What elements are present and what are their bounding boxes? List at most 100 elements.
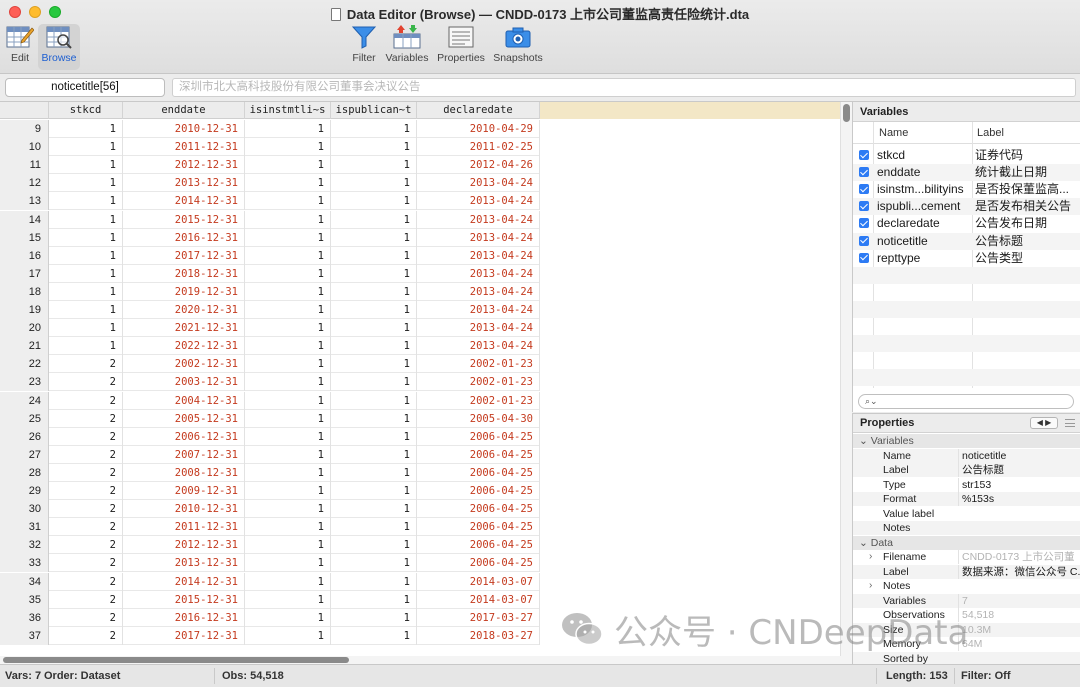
cell-stkcd[interactable]: 1 (49, 301, 123, 319)
cell-ispublican[interactable]: 1 (331, 409, 417, 428)
cell-enddate[interactable]: 2009-12-31 (123, 482, 245, 500)
cell-declaredate[interactable]: 2005-04-30 (417, 409, 540, 428)
cell-isinstmtli[interactable]: 1 (245, 246, 331, 265)
cell-isinstmtli[interactable]: 1 (245, 463, 331, 482)
column-header-stkcd[interactable]: stkcd (49, 102, 123, 119)
panel-menu-icon[interactable] (1065, 419, 1075, 427)
vertical-scroll-thumb[interactable] (843, 104, 850, 122)
cell-stkcd[interactable]: 2 (49, 409, 123, 428)
row-number[interactable]: 34 (0, 572, 49, 591)
property-value[interactable]: 10.3M (958, 622, 1080, 637)
cell-ispublican[interactable]: 1 (331, 174, 417, 193)
cell-declaredate[interactable]: 2006-04-25 (417, 482, 540, 500)
cell-declaredate[interactable]: 2006-04-25 (417, 445, 540, 464)
row-number[interactable]: 15 (0, 228, 49, 247)
cell-isinstmtli[interactable]: 1 (245, 174, 331, 193)
cell-ispublican[interactable]: 1 (331, 319, 417, 338)
cell-enddate[interactable]: 2016-12-31 (123, 228, 245, 247)
table-row[interactable]: 11 1 2012-12-31 1 1 2012-04-26 (0, 156, 540, 175)
cell-isinstmtli[interactable]: 1 (245, 608, 331, 627)
variable-visible-checkbox[interactable] (859, 184, 869, 195)
next-arrow-icon[interactable]: ▶ (1045, 418, 1051, 427)
cell-enddate[interactable]: 2010-12-31 (123, 500, 245, 519)
cell-stkcd[interactable]: 2 (49, 500, 123, 519)
row-number[interactable]: 31 (0, 518, 49, 537)
table-row[interactable]: 32 2 2012-12-31 1 1 2006-04-25 (0, 536, 540, 555)
cell-enddate[interactable]: 2021-12-31 (123, 319, 245, 338)
variable-row[interactable]: stkcd 证券代码 (853, 147, 1080, 164)
table-row[interactable]: 12 1 2013-12-31 1 1 2013-04-24 (0, 174, 540, 193)
row-number[interactable]: 29 (0, 482, 49, 500)
table-row[interactable]: 25 2 2005-12-31 1 1 2005-04-30 (0, 409, 540, 428)
column-header-ispublican[interactable]: ispublican~t (331, 102, 417, 119)
cell-enddate[interactable]: 2017-12-31 (123, 246, 245, 265)
name-column-header[interactable]: Name (879, 127, 908, 139)
cell-enddate[interactable]: 2003-12-31 (123, 373, 245, 392)
cell-stkcd[interactable]: 1 (49, 174, 123, 193)
cell-stkcd[interactable]: 2 (49, 373, 123, 392)
cell-declaredate[interactable]: 2018-03-27 (417, 626, 540, 645)
cell-ispublican[interactable]: 1 (331, 210, 417, 229)
cell-ispublican[interactable]: 1 (331, 301, 417, 319)
cell-ispublican[interactable]: 1 (331, 518, 417, 537)
variable-visible-checkbox[interactable] (859, 252, 869, 263)
variable-row[interactable]: noticetitle 公告标题 (853, 232, 1080, 250)
cell-ispublican[interactable]: 1 (331, 156, 417, 175)
variable-row[interactable]: declaredate 公告发布日期 (853, 215, 1080, 232)
table-row[interactable]: 19 1 2020-12-31 1 1 2013-04-24 (0, 301, 540, 320)
cell-enddate[interactable]: 2011-12-31 (123, 518, 245, 537)
row-number[interactable]: 28 (0, 463, 49, 482)
property-value[interactable]: 公告标题 (958, 463, 1080, 477)
disclosure-down-icon[interactable]: ⌄ (859, 435, 868, 447)
variable-visible-checkbox[interactable] (859, 235, 869, 246)
row-number[interactable]: 36 (0, 608, 49, 627)
table-row[interactable]: 30 2 2010-12-31 1 1 2006-04-25 (0, 500, 540, 519)
data-section-header[interactable]: ⌄ Data (853, 535, 1080, 550)
table-row[interactable]: 33 2 2013-12-31 1 1 2006-04-25 (0, 554, 540, 573)
cell-ispublican[interactable]: 1 (331, 337, 417, 356)
disclosure-right-icon[interactable]: › (869, 550, 872, 564)
property-value[interactable]: 数据来源：微信公众号 C... (958, 564, 1080, 579)
row-number[interactable]: 27 (0, 445, 49, 464)
row-number[interactable]: 30 (0, 500, 49, 519)
cell-enddate[interactable]: 2012-12-31 (123, 156, 245, 175)
data-grid[interactable]: stkcd enddate isinstmtli~s ispublican~t … (0, 102, 852, 658)
variables-section-header[interactable]: ⌄ Variables (853, 434, 1080, 448)
cell-isinstmtli[interactable]: 1 (245, 391, 331, 410)
table-row[interactable]: 21 1 2022-12-31 1 1 2013-04-24 (0, 337, 540, 356)
property-row[interactable]: Label 公告标题 (853, 463, 1080, 478)
cell-ispublican[interactable]: 1 (331, 536, 417, 555)
cell-ispublican[interactable]: 1 (331, 572, 417, 591)
row-number[interactable]: 26 (0, 427, 49, 446)
horizontal-scroll-thumb[interactable] (3, 657, 349, 663)
cell-ispublican[interactable]: 1 (331, 554, 417, 573)
cell-isinstmtli[interactable]: 1 (245, 409, 331, 428)
property-row[interactable]: Type str153 (853, 477, 1080, 492)
property-value[interactable]: 64M (958, 637, 1080, 651)
table-row[interactable]: 34 2 2014-12-31 1 1 2014-03-07 (0, 572, 540, 591)
variable-row[interactable]: isinstm...bilityins 是否投保董监高... (853, 181, 1080, 198)
cell-declaredate[interactable]: 2013-04-24 (417, 264, 540, 283)
column-header-isinstmtli[interactable]: isinstmtli~s (245, 102, 331, 119)
cell-isinstmtli[interactable]: 1 (245, 355, 331, 374)
disclosure-right-icon[interactable]: › (869, 579, 872, 593)
property-row[interactable]: Format %153s (853, 492, 1080, 507)
variables-search-input[interactable]: ⌕⌄ (858, 394, 1074, 409)
cell-enddate[interactable]: 2017-12-31 (123, 626, 245, 645)
cell-stkcd[interactable]: 2 (49, 554, 123, 573)
snapshots-button[interactable]: Snapshots (490, 24, 546, 70)
table-row[interactable]: 23 2 2003-12-31 1 1 2002-01-23 (0, 373, 540, 392)
cell-stkcd[interactable]: 2 (49, 590, 123, 609)
cell-enddate[interactable]: 2006-12-31 (123, 427, 245, 446)
filter-button[interactable]: Filter (348, 24, 380, 70)
row-number[interactable]: 20 (0, 319, 49, 338)
table-row[interactable]: 36 2 2016-12-31 1 1 2017-03-27 (0, 608, 540, 627)
cell-declaredate[interactable]: 2006-04-25 (417, 427, 540, 446)
cell-declaredate[interactable]: 2011-02-25 (417, 138, 540, 157)
table-row[interactable]: 18 1 2019-12-31 1 1 2013-04-24 (0, 282, 540, 301)
cell-declaredate[interactable]: 2012-04-26 (417, 156, 540, 175)
row-number[interactable]: 22 (0, 355, 49, 374)
cell-declaredate[interactable]: 2013-04-24 (417, 228, 540, 247)
cell-ispublican[interactable]: 1 (331, 590, 417, 609)
cell-stkcd[interactable]: 2 (49, 608, 123, 627)
